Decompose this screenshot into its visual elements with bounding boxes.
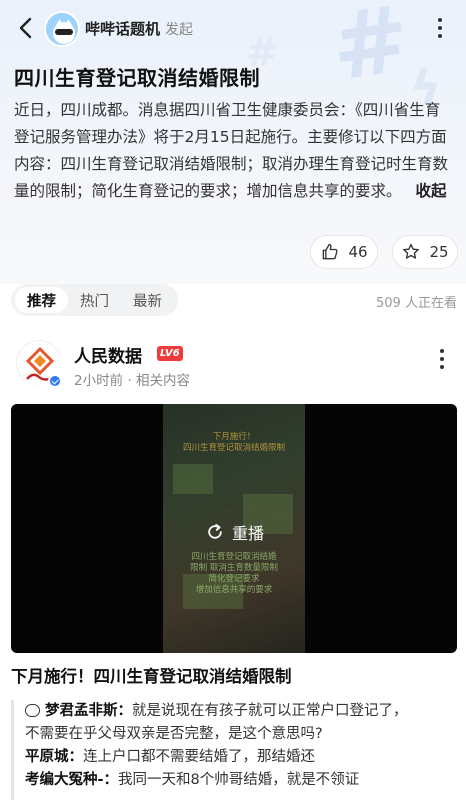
video-caption-line: 下月施行！ xyxy=(212,432,256,442)
more-options-icon[interactable] xyxy=(430,14,450,42)
back-arrow-icon[interactable] xyxy=(14,15,40,41)
post-more-icon[interactable] xyxy=(432,345,452,373)
video-caption-line: 四川生育登记取消结婚限制 xyxy=(182,443,285,453)
feed-tabs: 推荐 热门 最新 xyxy=(11,284,178,316)
replay-button[interactable]: 重播 xyxy=(205,520,264,544)
commenter-name: 梦君孟非斯： xyxy=(45,703,132,719)
video-title[interactable]: 下月施行！四川生育登记取消结婚限制 xyxy=(11,663,292,687)
replay-icon xyxy=(208,524,222,539)
commenter-name: 考编大冤种-： xyxy=(25,772,119,788)
comment-text: 连上户口都不需要结婚了，那结婚还 xyxy=(83,749,315,765)
comment-text: 就是说现在有孩子就可以正常户口登记了， xyxy=(132,703,408,719)
topic-description: 近日，四川成都。消息据四川省卫生健康委员会：《四川省生育登记服务管理办法》将于2… xyxy=(14,97,454,205)
commenter-name: 平原城： xyxy=(25,749,83,765)
favorite-button[interactable]: 25 xyxy=(392,235,458,269)
like-button[interactable]: 46 xyxy=(310,235,378,269)
video-overlay-caption: 下月施行！ 四川生育登记取消结婚限制 xyxy=(163,432,305,454)
comment-line: 不需要在乎父母双亲是否完整，是这个意思吗? xyxy=(25,723,458,746)
level-badge: LV6 xyxy=(157,346,183,361)
video-body-line: 简化登记要求 xyxy=(208,574,260,584)
favorite-count: 25 xyxy=(429,243,449,261)
replay-label: 重播 xyxy=(232,524,265,543)
comment-preview[interactable]: 梦君孟非斯：就是说现在有孩子就可以正常户口登记了， 不需要在乎父母双亲是否完整，… xyxy=(11,700,458,800)
watching-count: 509 人正在看 xyxy=(376,296,457,311)
topic-avatar[interactable] xyxy=(44,11,80,47)
topic-creator-role: 发起 xyxy=(165,22,193,38)
top-bar: 哔哔话题机 发起 xyxy=(0,0,466,58)
like-count: 46 xyxy=(348,243,368,261)
page-title: 四川生育登记取消结婚限制 xyxy=(14,66,260,90)
video-body-line: 增加信息共享的要求 xyxy=(195,585,273,595)
post-meta: 2小时前 · 相关内容 xyxy=(74,373,190,389)
comment-bubble-icon xyxy=(25,704,40,717)
video-body-line: 四川生育登记取消结婚 xyxy=(191,552,277,562)
comment-line: 考编大冤种-：我同一天和8个帅哥结婚，就是不领证 xyxy=(25,769,458,792)
author-name[interactable]: 人民数据 xyxy=(74,342,142,367)
video-body-line: 限制 取消生育数量限制 xyxy=(190,563,278,573)
topic-description-text: 近日，四川成都。消息据四川省卫生健康委员会：《四川省生育登记服务管理办法》将于2… xyxy=(14,101,449,200)
tab-latest[interactable]: 最新 xyxy=(121,287,174,313)
verified-badge-icon xyxy=(48,374,62,388)
tab-hot[interactable]: 热门 xyxy=(68,287,121,313)
video-overlay-body: 四川生育登记取消结婚 限制 取消生育数量限制 简化登记要求 增加信息共享的要求 xyxy=(163,552,305,596)
star-icon xyxy=(403,243,420,259)
comment-text: 不需要在乎父母双亲是否完整，是这个意思吗? xyxy=(25,726,323,742)
thumbs-up-icon xyxy=(323,243,339,260)
video-player[interactable]: 下月施行！ 四川生育登记取消结婚限制 四川生育登记取消结婚 限制 取消生育数量限… xyxy=(11,404,457,653)
comment-text: 我同一天和8个帅哥结婚，就是不领证 xyxy=(118,772,360,788)
topic-creator-name[interactable]: 哔哔话题机 xyxy=(85,18,160,39)
collapse-link[interactable]: 收起 xyxy=(416,182,447,200)
comment-line: 平原城：连上户口都不需要结婚了，那结婚还 xyxy=(25,746,458,769)
topic-header-area: # # ϟ 哔哔话题机 发起 四川生育登记取消结婚限制 近日，四川成都。消息据四… xyxy=(0,0,466,284)
tab-recommended[interactable]: 推荐 xyxy=(15,287,68,313)
comment-line: 梦君孟非斯：就是说现在有孩子就可以正常户口登记了， xyxy=(25,700,458,723)
